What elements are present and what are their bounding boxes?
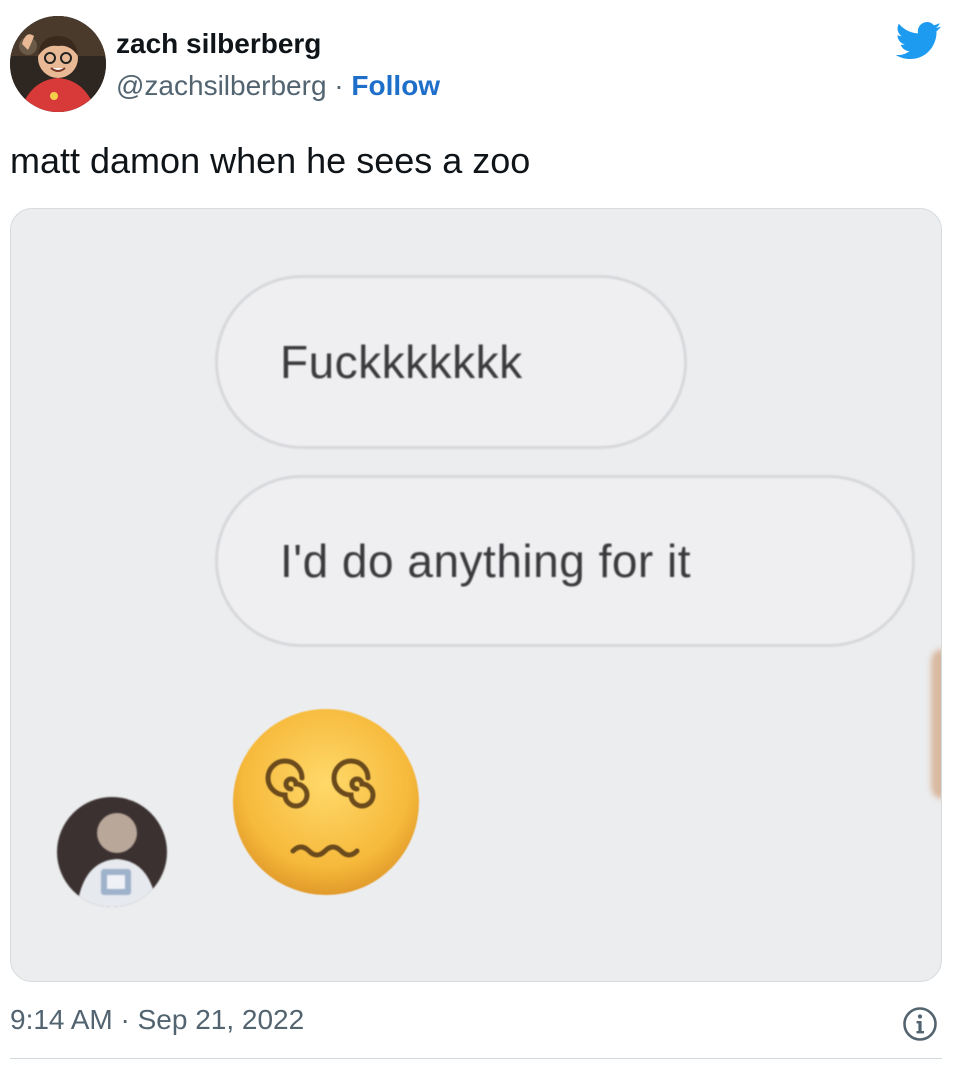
message-text: I'd do anything for it — [280, 535, 692, 587]
message-text: Fuckkkkkkk — [280, 336, 523, 388]
tweet-header: zach silberberg @zachsilberberg · Follow — [10, 14, 950, 114]
author-handle-row: @zachsilberberg · Follow — [116, 70, 440, 102]
sender-avatar — [57, 797, 167, 907]
cropped-edge-object — [931, 649, 941, 799]
message-bubble: Fuckkkkkkk — [215, 275, 687, 449]
message-bubble: I'd do anything for it — [215, 475, 915, 647]
tweet-text: matt damon when he sees a zoo — [10, 140, 531, 181]
handle-separator: · — [326, 70, 352, 101]
twitter-bird-icon[interactable] — [895, 22, 942, 60]
follow-link[interactable]: Follow — [351, 70, 440, 101]
tweet-media-image[interactable]: Fuckkkkkkk I'd do anything for it — [10, 208, 942, 982]
info-icon[interactable] — [902, 1006, 938, 1042]
divider — [10, 1058, 942, 1059]
dizzy-face-emoji — [229, 705, 423, 899]
author-name[interactable]: zach silberberg — [116, 28, 321, 60]
author-avatar[interactable] — [10, 16, 106, 112]
tweet-timestamp[interactable]: 9:14 AM · Sep 21, 2022 — [10, 1004, 304, 1036]
author-handle[interactable]: @zachsilberberg — [116, 70, 327, 101]
